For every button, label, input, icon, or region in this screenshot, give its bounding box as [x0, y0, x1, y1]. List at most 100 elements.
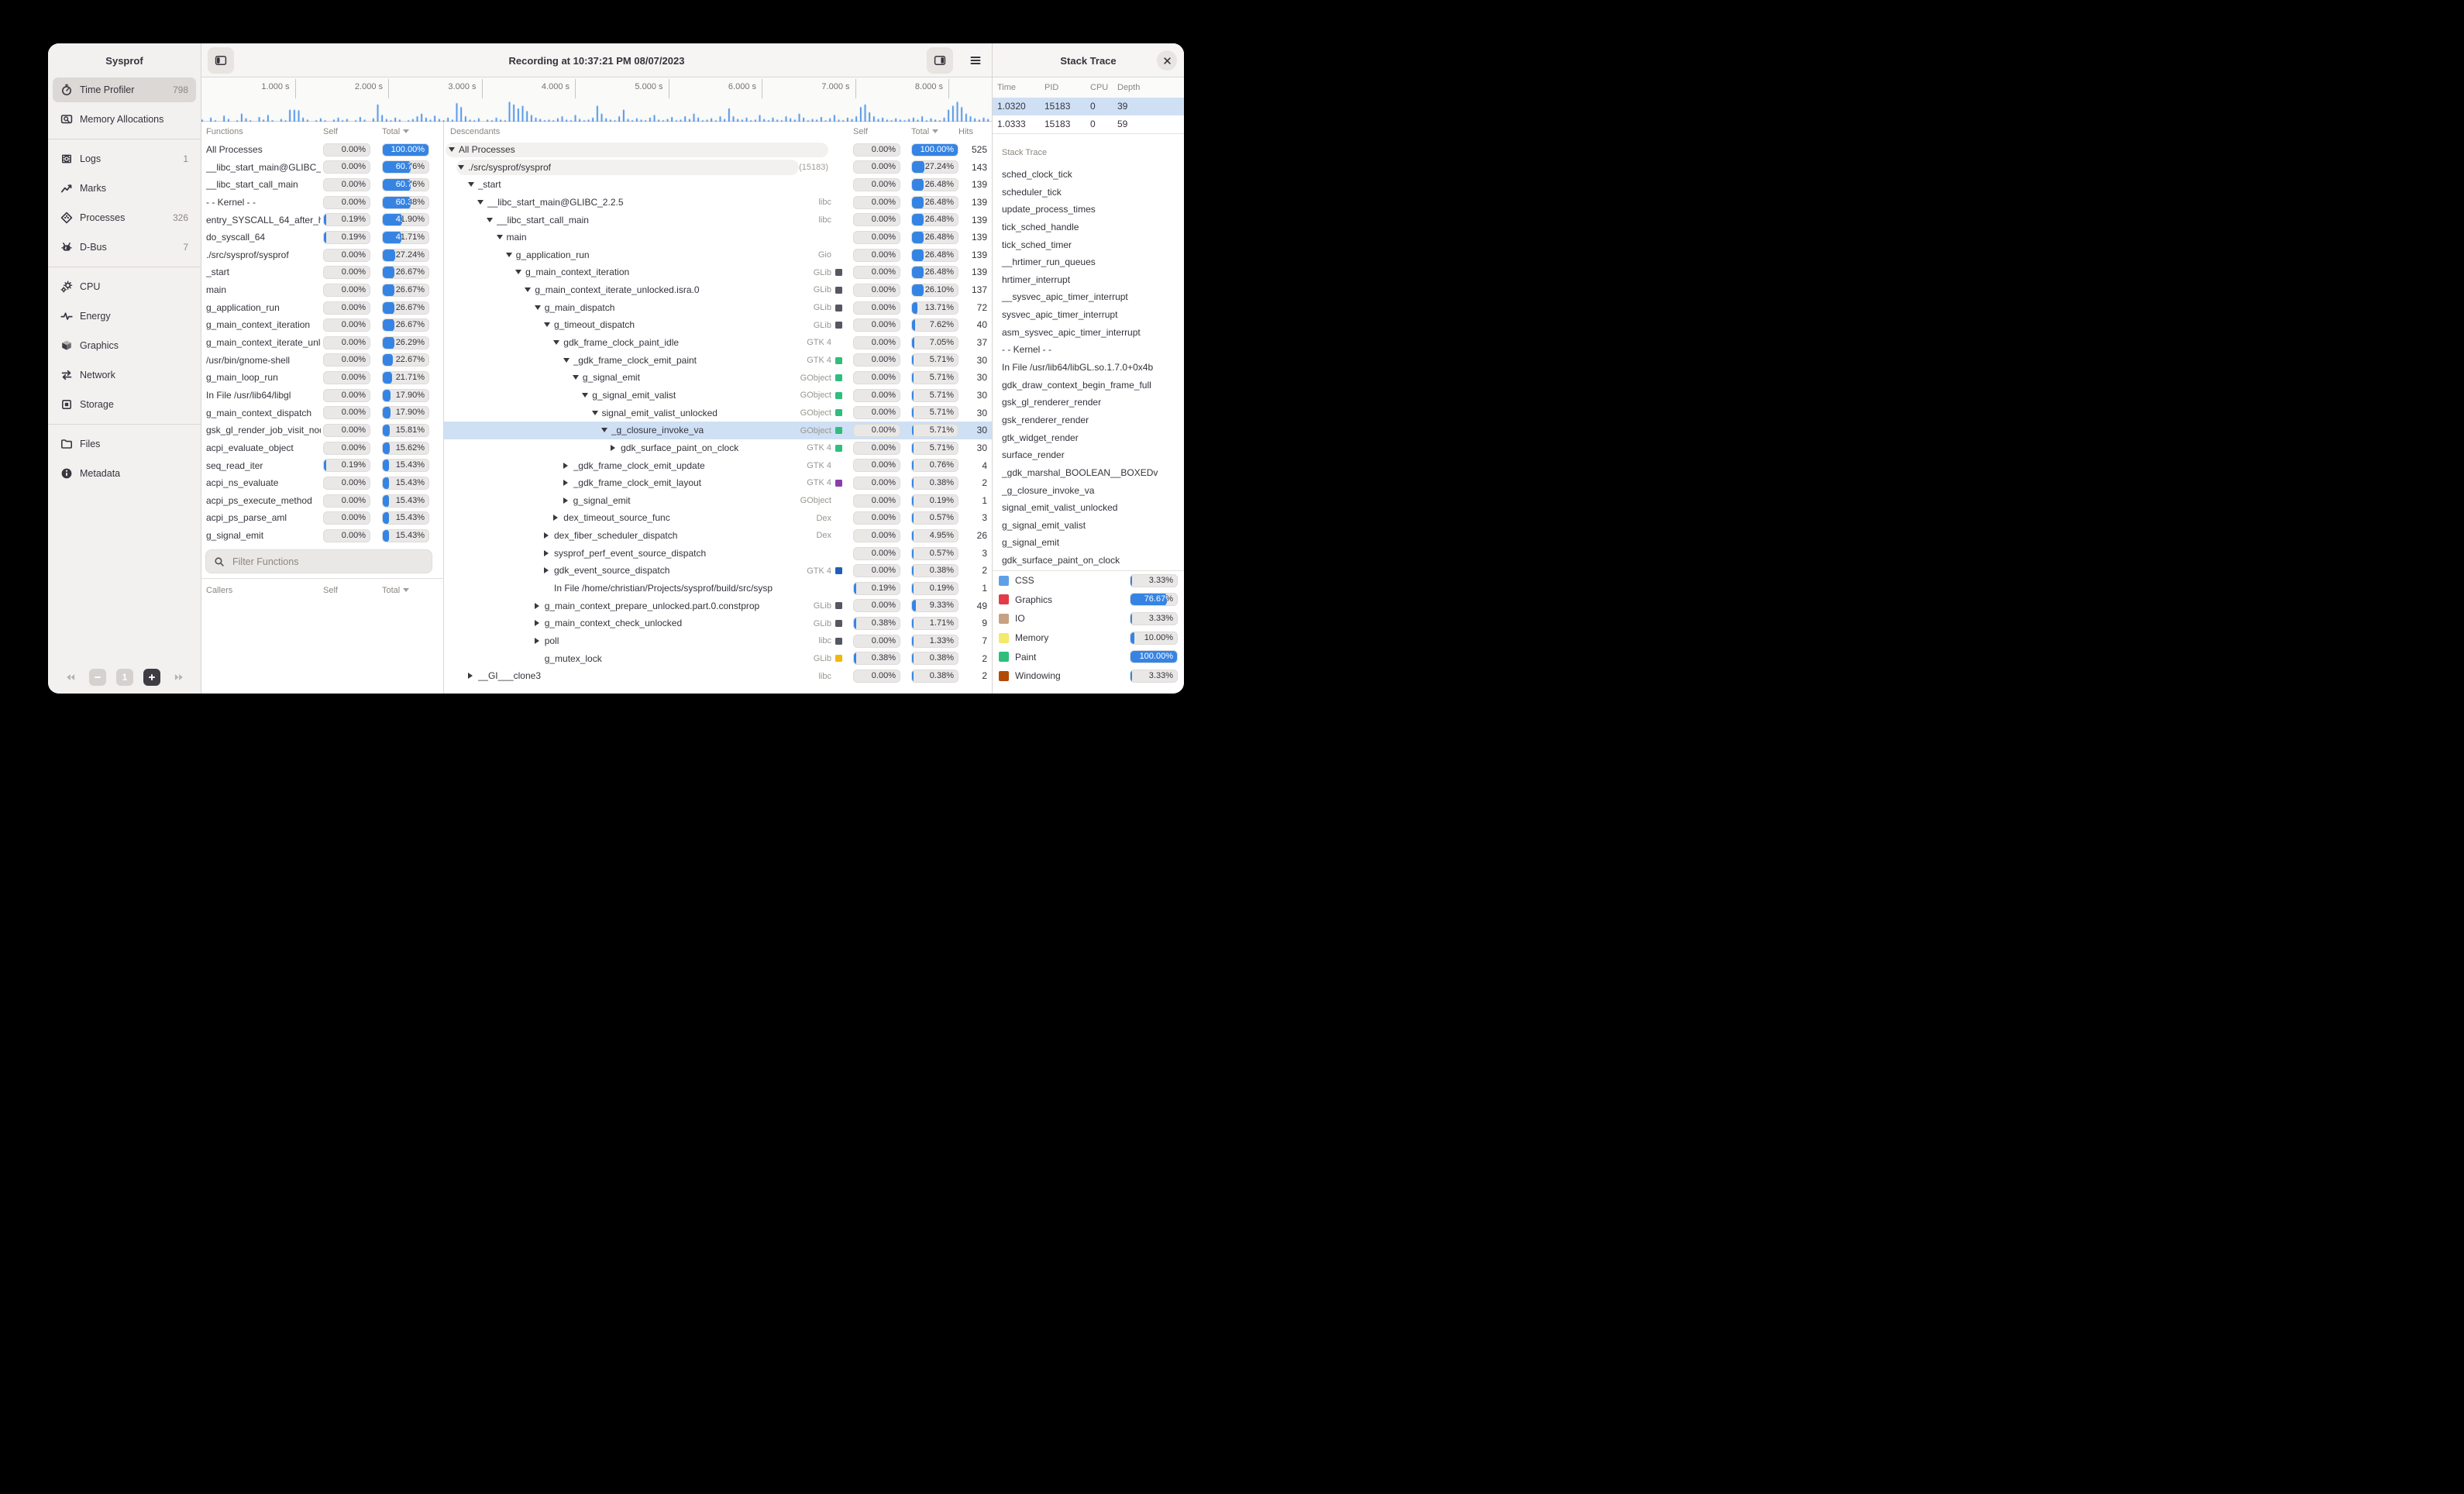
descendant-row[interactable]: _gdk_frame_clock_emit_updateGTK 40.00%0.… [444, 457, 993, 475]
function-row[interactable]: All Processes0.00%100.00%100.00% [201, 141, 443, 159]
function-row[interactable]: g_signal_emit0.00%15.43%15.43% [201, 527, 443, 545]
descendant-row[interactable]: __libc_start_main@GLIBC_2.2.5libc0.00%26… [444, 194, 993, 212]
filter-functions-input[interactable] [231, 556, 424, 568]
expander-open-icon[interactable] [458, 165, 464, 170]
function-row[interactable]: entry_SYSCALL_64_after_hwframe0.19%41.90… [201, 212, 443, 229]
function-row[interactable]: ./src/sysprof/sysprof0.00%27.24%27.24% [201, 246, 443, 264]
stack-frame[interactable]: gsk_gl_renderer_render [993, 394, 1184, 411]
descendant-row[interactable]: gdk_surface_paint_on_clockGTK 40.00%5.71… [444, 439, 993, 457]
menu-button[interactable] [962, 47, 989, 74]
expander-closed-icon[interactable] [611, 445, 615, 451]
descendant-row[interactable]: g_main_context_prepare_unlocked.part.0.c… [444, 597, 993, 615]
expander-open-icon[interactable] [515, 270, 521, 274]
expander-open-icon[interactable] [592, 411, 598, 415]
stack-frame[interactable]: gtk_widget_render [993, 429, 1184, 447]
function-row[interactable]: seq_read_iter0.19%15.43%15.43% [201, 457, 443, 475]
descendant-row[interactable]: All Processes0.00%100.00%100.00%525 [444, 141, 993, 159]
expander-open-icon[interactable] [553, 340, 559, 345]
function-row[interactable]: main0.00%26.67%26.67% [201, 281, 443, 299]
expander-closed-icon[interactable] [544, 532, 549, 539]
function-row[interactable]: __libc_start_main@GLIBC_2.2.50.00%60.76%… [201, 159, 443, 177]
expander-closed-icon[interactable] [563, 480, 568, 486]
function-row[interactable]: - - Kernel - -0.00%60.38%60.38% [201, 194, 443, 212]
descendant-row[interactable]: sysprof_perf_event_source_dispatch0.00%0… [444, 545, 993, 563]
descendant-row[interactable]: __libc_start_call_mainlibc0.00%26.48%26.… [444, 212, 993, 229]
expander-open-icon[interactable] [573, 375, 579, 380]
zoom-in-button[interactable] [143, 669, 160, 686]
expander-open-icon[interactable] [487, 218, 493, 222]
samples-header-time[interactable]: Time [997, 77, 1016, 98]
descendant-row[interactable]: main0.00%26.48%26.48%139 [444, 229, 993, 246]
expander-closed-icon[interactable] [544, 550, 549, 556]
stack-frame[interactable]: update_process_times [993, 201, 1184, 219]
function-row[interactable]: g_application_run0.00%26.67%26.67% [201, 299, 443, 317]
stack-frame[interactable]: sched_clock_tick [993, 166, 1184, 184]
samples-header-pid[interactable]: PID [1044, 77, 1058, 98]
sidebar-item-files[interactable]: Files [53, 432, 196, 456]
expander-open-icon[interactable] [525, 287, 531, 292]
function-row[interactable]: /usr/bin/gnome-shell0.00%22.67%22.67% [201, 352, 443, 370]
stack-frame[interactable]: scheduler_tick [993, 184, 1184, 201]
expander-closed-icon[interactable] [535, 620, 539, 626]
function-row[interactable]: g_main_context_iterate_unlocked.isra.00.… [201, 334, 443, 352]
descendant-row[interactable]: _gdk_frame_clock_emit_layoutGTK 40.00%0.… [444, 474, 993, 492]
function-row[interactable]: g_main_context_dispatch0.00%17.90%17.90% [201, 404, 443, 422]
descendant-row[interactable]: g_signal_emitGObject0.00%0.19%0.19%1 [444, 492, 993, 510]
functions-list[interactable]: All Processes0.00%100.00%100.00%__libc_s… [201, 141, 443, 545]
descendant-row[interactable]: g_signal_emitGObject0.00%5.71%5.71%30 [444, 369, 993, 387]
function-row[interactable]: gsk_gl_render_job_visit_node0.00%15.81%1… [201, 422, 443, 439]
sample-row[interactable]: 1.032015183039 [993, 98, 1184, 115]
samples-header-depth[interactable]: Depth [1117, 77, 1140, 98]
descendant-row[interactable]: ./src/sysprof/sysprof(15183)0.00%27.24%2… [444, 159, 993, 177]
stack-frame[interactable]: tick_sched_handle [993, 219, 1184, 236]
descendant-row[interactable]: _gdk_frame_clock_emit_paintGTK 40.00%5.7… [444, 352, 993, 370]
stack-frame[interactable]: hrtimer_interrupt [993, 271, 1184, 289]
callers-list[interactable] [201, 600, 443, 694]
stack-frames-list[interactable]: sched_clock_tickscheduler_tickupdate_pro… [993, 166, 1184, 570]
functions-self-header[interactable]: Self [323, 122, 338, 141]
function-row[interactable]: acpi_ns_evaluate0.00%15.43%15.43% [201, 474, 443, 492]
expander-open-icon[interactable] [497, 235, 503, 239]
stack-frame[interactable]: _gdk_marshal_BOOLEAN__BOXEDv [993, 464, 1184, 482]
descendants-self-header[interactable]: Self [853, 122, 868, 141]
expander-closed-icon[interactable] [553, 515, 558, 521]
stack-frame[interactable]: In File /usr/lib64/libGL.so.1.7.0+0x4b [993, 359, 1184, 377]
zoom-out-button[interactable] [89, 669, 106, 686]
stack-frame[interactable]: signal_emit_valist_unlocked [993, 499, 1184, 517]
descendant-row[interactable]: g_mutex_lockGLib0.38%0.38%0.38%2 [444, 650, 993, 668]
sidebar-item-logs[interactable]: Logs1 [53, 146, 196, 171]
functions-column-header[interactable]: Functions [206, 122, 243, 141]
function-row[interactable]: In File /usr/lib64/libgl0.00%17.90%17.90… [201, 387, 443, 404]
close-panel-button[interactable] [1157, 50, 1177, 71]
sidebar-item-time-profiler[interactable]: Time Profiler798 [53, 77, 196, 102]
sidebar-item-metadata[interactable]: Metadata [53, 461, 196, 486]
stack-frame[interactable]: g_signal_emit [993, 534, 1184, 552]
expander-open-icon[interactable] [563, 358, 570, 363]
descendant-row[interactable]: _g_closure_invoke_vaGObject0.00%5.71%5.7… [444, 422, 993, 439]
expander-closed-icon[interactable] [535, 638, 539, 644]
expander-closed-icon[interactable] [563, 497, 568, 504]
descendant-row[interactable]: g_main_context_check_unlockedGLib0.38%1.… [444, 614, 993, 632]
expander-closed-icon[interactable] [563, 463, 568, 469]
expander-open-icon[interactable] [449, 147, 455, 152]
function-row[interactable]: do_syscall_640.19%41.71%41.71% [201, 229, 443, 246]
expander-closed-icon[interactable] [535, 603, 539, 609]
descendants-column-header[interactable]: Descendants [450, 122, 500, 141]
expander-open-icon[interactable] [535, 305, 541, 310]
descendant-row[interactable]: In File /home/christian/Projects/sysprof… [444, 580, 993, 597]
expander-open-icon[interactable] [468, 182, 474, 187]
function-row[interactable]: acpi_evaluate_object0.00%15.62%15.62% [201, 439, 443, 457]
stack-frame[interactable]: - - Kernel - - [993, 341, 1184, 359]
expander-open-icon[interactable] [601, 428, 607, 432]
function-row[interactable]: g_main_loop_run0.00%21.71%21.71% [201, 369, 443, 387]
descendant-row[interactable]: g_signal_emit_valistGObject0.00%5.71%5.7… [444, 387, 993, 404]
stack-frame[interactable]: gdk_surface_paint_on_clock [993, 552, 1184, 570]
expander-closed-icon[interactable] [544, 567, 549, 573]
descendants-tree[interactable]: All Processes0.00%100.00%100.00%525./src… [444, 141, 993, 694]
function-row[interactable]: _start0.00%26.67%26.67% [201, 263, 443, 281]
stack-frame[interactable]: __hrtimer_run_queues [993, 253, 1184, 271]
stack-frame[interactable]: g_signal_emit_valist [993, 517, 1184, 535]
stack-frame[interactable]: surface_render [993, 446, 1184, 464]
functions-total-header[interactable]: Total [382, 122, 409, 141]
stack-frame[interactable]: _g_closure_invoke_va [993, 482, 1184, 500]
